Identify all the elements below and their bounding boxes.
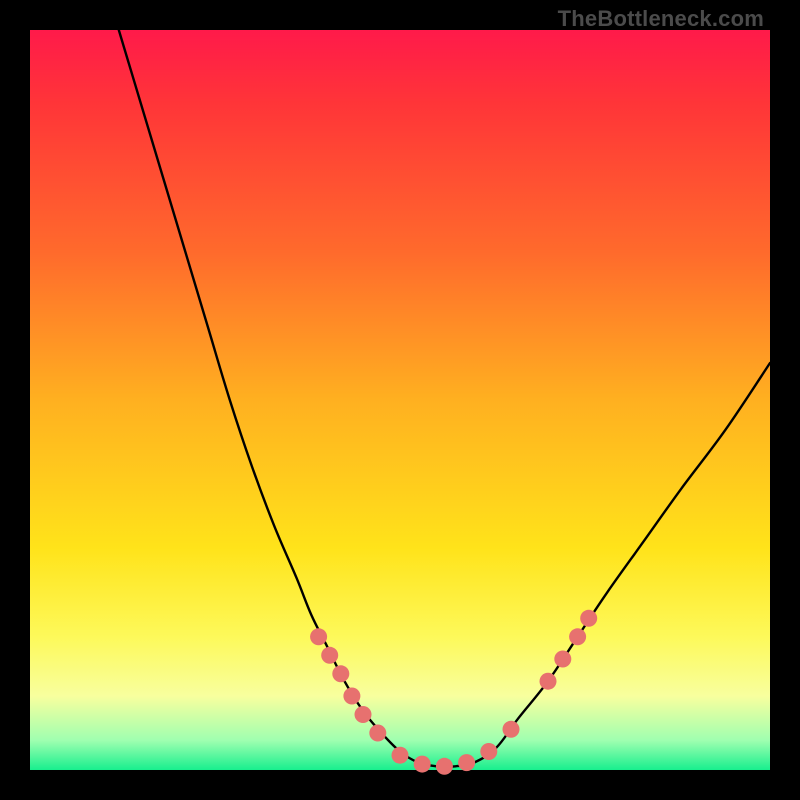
marker-dot — [554, 651, 571, 668]
marker-dot — [503, 721, 520, 738]
marker-dot — [480, 743, 497, 760]
marker-dot — [355, 706, 372, 723]
marker-dot — [369, 725, 386, 742]
marker-dot — [569, 628, 586, 645]
marker-dot — [540, 673, 557, 690]
marker-dots — [310, 610, 597, 775]
watermark-text: TheBottleneck.com — [558, 6, 764, 32]
marker-dot — [310, 628, 327, 645]
plot-area — [30, 30, 770, 770]
marker-dot — [458, 754, 475, 771]
chart-frame: TheBottleneck.com — [0, 0, 800, 800]
marker-dot — [392, 747, 409, 764]
curve-layer — [30, 30, 770, 770]
bottleneck-curve — [119, 30, 770, 767]
marker-dot — [343, 688, 360, 705]
marker-dot — [332, 665, 349, 682]
marker-dot — [580, 610, 597, 627]
marker-dot — [436, 758, 453, 775]
marker-dot — [321, 647, 338, 664]
marker-dot — [414, 756, 431, 773]
